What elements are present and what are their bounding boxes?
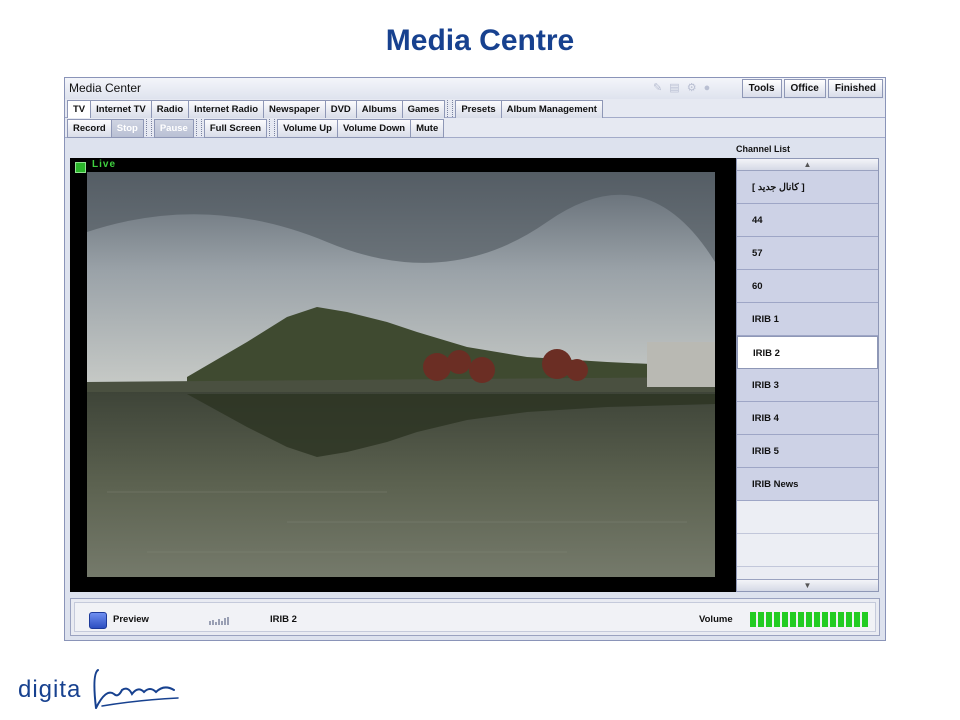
- stop-button[interactable]: Stop: [111, 119, 144, 138]
- volume-bar: [862, 612, 868, 627]
- channel-item[interactable]: IRIB 4: [737, 402, 878, 435]
- tab-games[interactable]: Games: [402, 100, 446, 119]
- volume-bar: [782, 612, 788, 627]
- toolbar-separator: [145, 119, 152, 136]
- volume-bar: [766, 612, 772, 627]
- channel-item[interactable]: 60: [737, 270, 878, 303]
- volume-bar: [822, 612, 828, 627]
- current-channel-label: IRIB 2: [270, 614, 297, 625]
- tab-dvd[interactable]: DVD: [325, 100, 357, 119]
- live-indicator-icon: [75, 162, 86, 173]
- status-bar-inner: Preview IRIB 2 Volume: [74, 602, 876, 632]
- title-bar: Media Center ✎ ▤ ⚙ ● Tools Office Finish…: [65, 78, 885, 100]
- mute-button[interactable]: Mute: [411, 119, 445, 138]
- app-title: Media Center: [69, 81, 142, 95]
- signal-strength-icon: [209, 617, 229, 625]
- volume-bar: [854, 612, 860, 627]
- channel-item-empty: [737, 534, 878, 567]
- volume-bar: [798, 612, 804, 627]
- finished-button[interactable]: Finished: [827, 79, 883, 98]
- channel-item-selected[interactable]: IRIB 2: [737, 336, 878, 369]
- svg-text:digita: digita: [18, 676, 81, 703]
- full-screen-button[interactable]: Full Screen: [203, 119, 268, 138]
- tab-presets[interactable]: Presets: [455, 100, 502, 119]
- channel-item[interactable]: [ کانال جدید ]: [737, 171, 878, 204]
- volume-bar: [758, 612, 764, 627]
- tab-bar: TV Internet TV Radio Internet Radio News…: [65, 99, 885, 119]
- channel-item[interactable]: 44: [737, 204, 878, 237]
- record-button[interactable]: Record: [67, 119, 112, 138]
- triangle-down-icon: ▼: [803, 581, 812, 590]
- live-label: Live: [92, 159, 117, 170]
- status-bar: Preview IRIB 2 Volume: [70, 598, 880, 636]
- channel-item[interactable]: IRIB 3: [737, 369, 878, 402]
- office-button[interactable]: Office: [783, 79, 826, 98]
- triangle-up-icon: ▲: [803, 160, 812, 169]
- volume-bar: [774, 612, 780, 627]
- slide-title: Media Centre: [385, 24, 575, 57]
- top-buttons: Tools Office Finished: [740, 79, 883, 98]
- channel-list: ▲ [ کانال جدید ] 44 57 60 IRIB 1 IRIB 2 …: [736, 158, 879, 592]
- control-bar: Record Stop Pause Full Screen Volume Up …: [65, 118, 885, 138]
- volume-down-button[interactable]: Volume Down: [337, 119, 412, 138]
- volume-bar: [790, 612, 796, 627]
- scroll-up-button[interactable]: ▲: [737, 159, 878, 171]
- pause-button[interactable]: Pause: [153, 119, 194, 138]
- tab-internet-tv[interactable]: Internet TV: [91, 100, 152, 119]
- channel-item[interactable]: IRIB News: [737, 468, 878, 501]
- channel-item[interactable]: IRIB 1: [737, 303, 878, 336]
- toolbar-separator: [447, 100, 454, 117]
- volume-bar: [814, 612, 820, 627]
- preview-label: Preview: [113, 614, 149, 625]
- volume-label: Volume: [699, 614, 733, 625]
- channel-item-empty: [737, 501, 878, 534]
- volume-bar: [838, 612, 844, 627]
- media-center-window: Media Center ✎ ▤ ⚙ ● Tools Office Finish…: [64, 77, 886, 641]
- tab-albums[interactable]: Albums: [356, 100, 403, 119]
- toolbar-separator: [195, 119, 202, 136]
- volume-bar: [750, 612, 756, 627]
- channel-list-title: Channel List: [736, 144, 791, 154]
- volume-up-button[interactable]: Volume Up: [277, 119, 338, 138]
- volume-meter[interactable]: [750, 612, 870, 627]
- lake-scene-image: [87, 172, 715, 577]
- channel-item[interactable]: 57: [737, 237, 878, 270]
- volume-bar: [806, 612, 812, 627]
- tab-newspaper[interactable]: Newspaper: [264, 100, 326, 119]
- tools-button[interactable]: Tools: [741, 79, 782, 98]
- video-image: [87, 172, 715, 577]
- toolbar-separator: [269, 119, 276, 136]
- video-player[interactable]: Live: [70, 158, 736, 592]
- tab-internet-radio[interactable]: Internet Radio: [189, 100, 265, 119]
- digital-clone-logo: digita: [18, 669, 179, 709]
- volume-bar: [846, 612, 852, 627]
- volume-bar: [830, 612, 836, 627]
- channel-item[interactable]: IRIB 5: [737, 435, 878, 468]
- scroll-down-button[interactable]: ▼: [737, 579, 878, 591]
- tab-album-management[interactable]: Album Management: [501, 100, 603, 119]
- tab-radio[interactable]: Radio: [151, 100, 190, 119]
- preview-icon[interactable]: [89, 612, 107, 629]
- tab-tv[interactable]: TV: [67, 100, 92, 119]
